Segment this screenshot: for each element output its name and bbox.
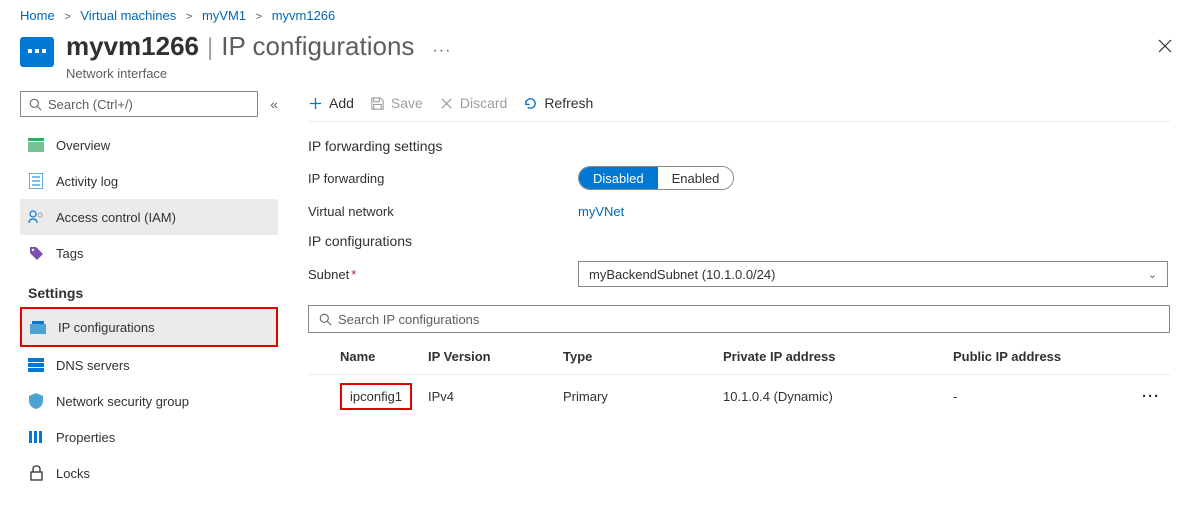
- sidebar: Search (Ctrl+/) « Overview Activity log …: [0, 91, 290, 491]
- command-bar: Add Save Discard Refresh: [308, 91, 1170, 122]
- chevron-right-icon: >: [256, 11, 262, 23]
- main-content: Add Save Discard Refresh IP forwarding s…: [290, 91, 1200, 491]
- sidebar-item-activity-log[interactable]: Activity log: [20, 163, 278, 199]
- required-asterisk: *: [351, 267, 356, 282]
- save-button[interactable]: Save: [370, 95, 423, 111]
- save-icon: [370, 96, 385, 111]
- close-icon: [1158, 39, 1172, 53]
- cell-public-ip: -: [953, 389, 1120, 404]
- sidebar-search-input[interactable]: Search (Ctrl+/): [20, 91, 258, 117]
- ip-forwarding-section-title: IP forwarding settings: [308, 138, 1170, 154]
- resource-type-label: Network interface: [66, 66, 1150, 81]
- sidebar-item-ip-configurations[interactable]: IP configurations: [22, 309, 276, 345]
- cell-name: ipconfig1: [318, 383, 428, 410]
- toggle-enabled[interactable]: Enabled: [658, 167, 734, 189]
- ip-configurations-section-title: IP configurations: [308, 233, 1170, 249]
- sidebar-item-overview[interactable]: Overview: [20, 127, 278, 163]
- row-actions-button[interactable]: ···: [1120, 388, 1160, 405]
- add-button[interactable]: Add: [308, 95, 354, 111]
- close-button[interactable]: [1150, 31, 1180, 66]
- sidebar-item-dns-servers[interactable]: DNS servers: [20, 347, 278, 383]
- properties-icon: [28, 429, 44, 445]
- more-actions-button[interactable]: ···: [428, 38, 455, 64]
- filter-placeholder: Search IP configurations: [338, 312, 479, 327]
- iam-icon: [28, 209, 44, 225]
- sidebar-item-properties[interactable]: Properties: [20, 419, 278, 455]
- discard-button[interactable]: Discard: [439, 95, 507, 111]
- discard-icon: [439, 96, 454, 111]
- sidebar-item-locks[interactable]: Locks: [20, 455, 278, 491]
- highlight-ipconfig1: ipconfig1: [340, 383, 412, 410]
- ip-forwarding-label: IP forwarding: [308, 171, 578, 186]
- ip-config-table: Name IP Version Type Private IP address …: [308, 339, 1170, 418]
- highlight-ip-configurations: IP configurations: [20, 307, 278, 347]
- col-header-ipversion[interactable]: IP Version: [428, 349, 563, 364]
- breadcrumb-nic[interactable]: myvm1266: [272, 8, 336, 23]
- breadcrumb-home[interactable]: Home: [20, 8, 55, 23]
- cell-ipversion: IPv4: [428, 389, 563, 404]
- activity-log-icon: [28, 173, 44, 189]
- plus-icon: [308, 96, 323, 111]
- virtual-network-link[interactable]: myVNet: [578, 204, 624, 219]
- sidebar-section-settings: Settings: [20, 271, 278, 307]
- cell-type: Primary: [563, 389, 723, 404]
- page-title: myvm1266: [66, 31, 199, 62]
- page-header: myvm1266 | IP configurations ··· Network…: [0, 27, 1200, 91]
- subnet-label: Subnet*: [308, 267, 578, 282]
- subnet-dropdown[interactable]: myBackendSubnet (10.1.0.0/24) ⌄: [578, 261, 1168, 287]
- breadcrumb: Home > Virtual machines > myVM1 > myvm12…: [0, 0, 1200, 27]
- col-header-name[interactable]: Name: [318, 349, 428, 364]
- subnet-selected-value: myBackendSubnet (10.1.0.0/24): [589, 267, 775, 282]
- col-header-type[interactable]: Type: [563, 349, 723, 364]
- title-divider: |: [207, 34, 213, 62]
- collapse-sidebar-button[interactable]: «: [270, 96, 278, 112]
- virtual-network-label: Virtual network: [308, 204, 578, 219]
- overview-icon: [28, 137, 44, 153]
- page-section-title: IP configurations: [221, 31, 414, 62]
- cell-private-ip: 10.1.0.4 (Dynamic): [723, 389, 953, 404]
- breadcrumb-vm1[interactable]: myVM1: [202, 8, 246, 23]
- table-row[interactable]: ipconfig1 IPv4 Primary 10.1.0.4 (Dynamic…: [308, 375, 1170, 418]
- sidebar-item-access-control[interactable]: Access control (IAM): [20, 199, 278, 235]
- chevron-right-icon: >: [64, 11, 70, 23]
- table-header-row: Name IP Version Type Private IP address …: [308, 339, 1170, 375]
- shield-icon: [28, 393, 44, 409]
- dns-icon: [28, 357, 44, 373]
- col-header-private-ip[interactable]: Private IP address: [723, 349, 953, 364]
- lock-icon: [28, 465, 44, 481]
- ip-config-filter-input[interactable]: Search IP configurations: [308, 305, 1170, 333]
- toggle-disabled[interactable]: Disabled: [579, 167, 658, 189]
- network-interface-icon: [20, 37, 54, 67]
- refresh-icon: [523, 96, 538, 111]
- tags-icon: [28, 245, 44, 261]
- breadcrumb-vms[interactable]: Virtual machines: [80, 8, 176, 23]
- col-header-public-ip[interactable]: Public IP address: [953, 349, 1120, 364]
- sidebar-item-tags[interactable]: Tags: [20, 235, 278, 271]
- chevron-right-icon: >: [186, 11, 192, 23]
- sidebar-search-placeholder: Search (Ctrl+/): [48, 97, 133, 112]
- search-icon: [29, 98, 42, 111]
- sidebar-item-nsg[interactable]: Network security group: [20, 383, 278, 419]
- ip-forwarding-toggle[interactable]: Disabled Enabled: [578, 166, 734, 190]
- search-icon: [319, 313, 332, 326]
- refresh-button[interactable]: Refresh: [523, 95, 593, 111]
- chevron-down-icon: ⌄: [1148, 268, 1157, 281]
- ip-config-icon: [30, 319, 46, 335]
